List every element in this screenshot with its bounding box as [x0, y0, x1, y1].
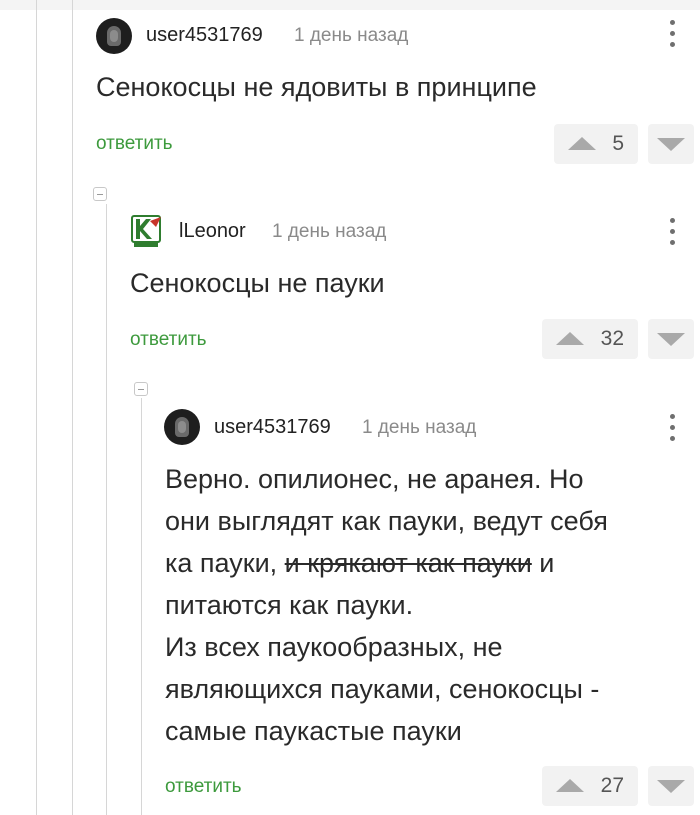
- text-line: Из всех паукообразных, не: [165, 632, 503, 662]
- comment-text: Сенокосцы не ядовиты в принципе: [96, 72, 537, 102]
- triangle-up-icon: [556, 332, 584, 345]
- text-segment: и: [531, 548, 555, 578]
- text-line: ка пауки, и крякают как пауки и: [165, 542, 685, 584]
- downvote-button[interactable]: [648, 124, 694, 164]
- collapse-minus-icon[interactable]: [93, 187, 107, 201]
- triangle-down-icon: [657, 138, 685, 151]
- comment-time: 1 день назад: [294, 25, 409, 46]
- text-line: питаются как пауки.: [165, 590, 414, 620]
- rating-count: 27: [600, 774, 624, 797]
- text-line: они выглядят как пауки, ведут себя: [165, 506, 608, 536]
- triangle-up-icon: [556, 779, 584, 792]
- triangle-down-icon: [657, 333, 685, 346]
- thread-line-level1: [72, 0, 73, 815]
- upvote-button[interactable]: 5: [554, 124, 638, 164]
- comment-username[interactable]: lLeonor: [179, 220, 246, 243]
- strikethrough-text: и крякают как пауки: [284, 548, 532, 578]
- reply-button[interactable]: ответить: [96, 133, 173, 155]
- upvote-button[interactable]: 32: [542, 319, 638, 359]
- triangle-up-icon: [568, 137, 596, 150]
- thread-line-level2: [106, 204, 107, 815]
- avatar[interactable]: [96, 18, 132, 54]
- thread-line-level3: [141, 398, 142, 815]
- reply-button[interactable]: ответить: [130, 329, 207, 351]
- more-vertical-icon[interactable]: [670, 414, 676, 442]
- comment-username[interactable]: user4531769: [214, 416, 331, 439]
- text-line: самые паукастые пауки: [165, 716, 462, 746]
- comment-time: 1 день назад: [362, 417, 477, 438]
- text-line: Верно. опилионес, не аранея. Но: [165, 464, 584, 494]
- comment-text: Верно. опилионес, не аранея. Но они выгл…: [165, 458, 685, 752]
- rating-count: 32: [600, 327, 624, 350]
- more-vertical-icon[interactable]: [670, 218, 676, 246]
- top-band: [0, 0, 700, 10]
- comment-text: Сенокосцы не пауки: [130, 268, 385, 298]
- triangle-down-icon: [657, 780, 685, 793]
- thread-line-outer: [36, 0, 37, 815]
- downvote-button[interactable]: [648, 766, 694, 806]
- collapse-minus-icon[interactable]: [134, 382, 148, 396]
- reply-button[interactable]: ответить: [165, 776, 242, 798]
- comment-time: 1 день назад: [272, 221, 387, 242]
- avatar[interactable]: [164, 409, 200, 445]
- rating-count: 5: [612, 132, 624, 155]
- avatar-logo[interactable]: [130, 213, 166, 249]
- comment-username[interactable]: user4531769: [146, 24, 263, 47]
- text-line: являющихся пауками, сенокосцы -: [165, 674, 600, 704]
- upvote-button[interactable]: 27: [542, 766, 638, 806]
- text-segment: ка пауки,: [165, 548, 285, 578]
- more-vertical-icon[interactable]: [670, 20, 676, 48]
- downvote-button[interactable]: [648, 319, 694, 359]
